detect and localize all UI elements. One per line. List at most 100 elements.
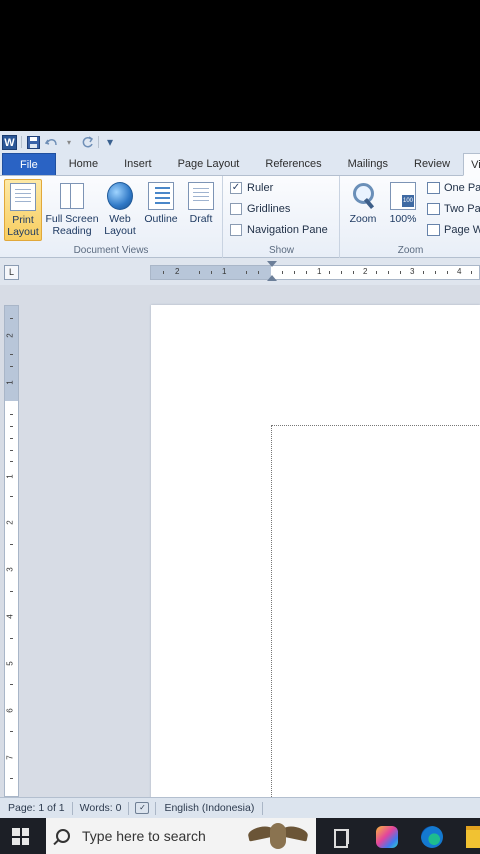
proofing-icon[interactable]: ✓ [135, 802, 150, 814]
ruler-tick [294, 271, 295, 274]
draft-icon [188, 182, 214, 210]
ruler-checkbox[interactable]: ✓ Ruler [230, 182, 273, 194]
print-layout-button[interactable]: Print Layout [4, 179, 42, 241]
first-line-indent-marker[interactable] [267, 261, 277, 267]
one-page-button[interactable]: One Pa [427, 182, 480, 194]
start-button[interactable] [12, 828, 29, 845]
save-icon[interactable] [26, 135, 40, 149]
ribbon-view: Print Layout Full Screen Reading Web Lay… [0, 176, 480, 258]
search-placeholder: Type here to search [82, 828, 206, 844]
tab-file[interactable]: File [2, 153, 56, 175]
ruler-label: Ruler [247, 182, 274, 194]
draft-button[interactable]: Draft [183, 179, 219, 241]
ruler-tick [10, 318, 13, 319]
web-layout-icon [107, 182, 133, 210]
tab-view[interactable]: Vi [463, 153, 480, 176]
ruler-number: 1 [317, 267, 322, 276]
ruler-tick [10, 414, 13, 415]
hanging-indent-marker[interactable] [267, 275, 277, 281]
ruler-number: 2 [175, 267, 180, 276]
two-pages-button[interactable]: Two Pa [427, 203, 480, 215]
ruler-number: 3 [410, 267, 415, 276]
owl-body [270, 823, 286, 849]
tab-references[interactable]: References [252, 153, 334, 175]
ruler-tick [353, 271, 354, 274]
tab-home[interactable]: Home [56, 153, 111, 175]
tab-review[interactable]: Review [401, 153, 463, 175]
group-show: ✓ Ruler Gridlines Navigation Pane Show [224, 176, 340, 258]
ribbon-tabs: File Home Insert Page Layout References … [0, 153, 480, 176]
ruler-tick [10, 778, 13, 779]
ruler-tick [199, 271, 200, 274]
tab-selector-button[interactable]: L [4, 265, 19, 280]
ruler-check-icon[interactable]: ✓ [230, 182, 242, 194]
ruler-tick [163, 271, 164, 274]
ruler-tick [10, 684, 13, 685]
ruler-number: 2 [363, 267, 368, 276]
ruler-number: 5 [5, 661, 15, 666]
gridlines-checkbox[interactable]: Gridlines [230, 203, 290, 215]
document-page[interactable] [151, 305, 480, 818]
undo-icon[interactable] [44, 135, 58, 149]
print-layout-label: Print Layout [7, 214, 39, 238]
ruler-number: 2 [5, 333, 15, 338]
zoom-button[interactable]: Zoom [345, 179, 381, 241]
ruler-tick [246, 271, 247, 274]
ruler-tick [10, 544, 13, 545]
gridlines-check-icon[interactable] [230, 203, 242, 215]
ruler-number: 7 [5, 755, 15, 760]
gridlines-label: Gridlines [247, 203, 291, 215]
page-count[interactable]: Page: 1 of 1 [0, 801, 73, 815]
owl-search-highlight-icon[interactable] [247, 821, 309, 851]
ruler-tick [10, 354, 13, 355]
redo-icon[interactable] [80, 135, 94, 149]
file-explorer-icon[interactable] [466, 826, 480, 848]
copilot-icon[interactable] [376, 826, 398, 848]
edge-browser-icon[interactable] [421, 826, 443, 848]
ruler-tick [435, 271, 436, 274]
taskbar-search-box[interactable]: Type here to search [46, 818, 316, 854]
navigation-pane-checkbox[interactable]: Navigation Pane [230, 224, 328, 236]
top-black-bar [0, 0, 480, 131]
word-app-icon[interactable]: W [2, 134, 17, 150]
ruler-number: 4 [457, 267, 462, 276]
full-screen-reading-button[interactable]: Full Screen Reading [44, 179, 100, 241]
language-indicator[interactable]: English (Indonesia) [155, 801, 264, 815]
zoom-100-button[interactable]: 100 100% [385, 179, 421, 241]
windows-logo-pane [21, 837, 29, 845]
divider [21, 136, 22, 148]
vertical-ruler[interactable]: 2 1 1 2 3 4 5 6 7 [4, 305, 19, 797]
outline-button[interactable]: Outline [141, 179, 181, 241]
horizontal-ruler[interactable]: 2 1 1 2 3 4 [150, 261, 480, 281]
ruler-number: 1 [222, 267, 227, 276]
web-layout-button[interactable]: Web Layout [101, 179, 139, 241]
page-width-button[interactable]: Page W [427, 224, 480, 236]
draft-label: Draft [189, 213, 213, 225]
tab-mailings[interactable]: Mailings [335, 153, 401, 175]
search-icon [56, 829, 70, 843]
tab-page-layout[interactable]: Page Layout [165, 153, 253, 175]
one-page-icon [427, 182, 440, 194]
task-view-icon[interactable] [330, 826, 352, 848]
ruler-tick [10, 426, 13, 427]
ruler-tick [10, 450, 13, 451]
quick-access-toolbar: W ▾ ▾ [0, 131, 480, 153]
two-pages-icon [427, 203, 440, 215]
ruler-tick [10, 638, 13, 639]
windows-taskbar: Type here to search [0, 818, 480, 854]
ruler-number: 4 [5, 614, 15, 619]
word-count[interactable]: Words: 0 [73, 801, 130, 815]
divider [98, 136, 99, 148]
ruler-tick [376, 271, 377, 274]
tab-insert[interactable]: Insert [111, 153, 165, 175]
ruler-tick [423, 271, 424, 274]
web-layout-label: Web Layout [104, 213, 136, 237]
dropdown-icon[interactable]: ▾ [62, 135, 76, 149]
ruler-tick [282, 271, 283, 274]
two-pages-label: Two Pa [444, 203, 480, 215]
customize-toolbar-icon[interactable]: ▾ [103, 135, 117, 149]
navigation-pane-label: Navigation Pane [247, 224, 328, 236]
ruler-tick [10, 438, 13, 439]
navigation-pane-check-icon[interactable] [230, 224, 242, 236]
ruler-number: 2 [5, 520, 15, 525]
